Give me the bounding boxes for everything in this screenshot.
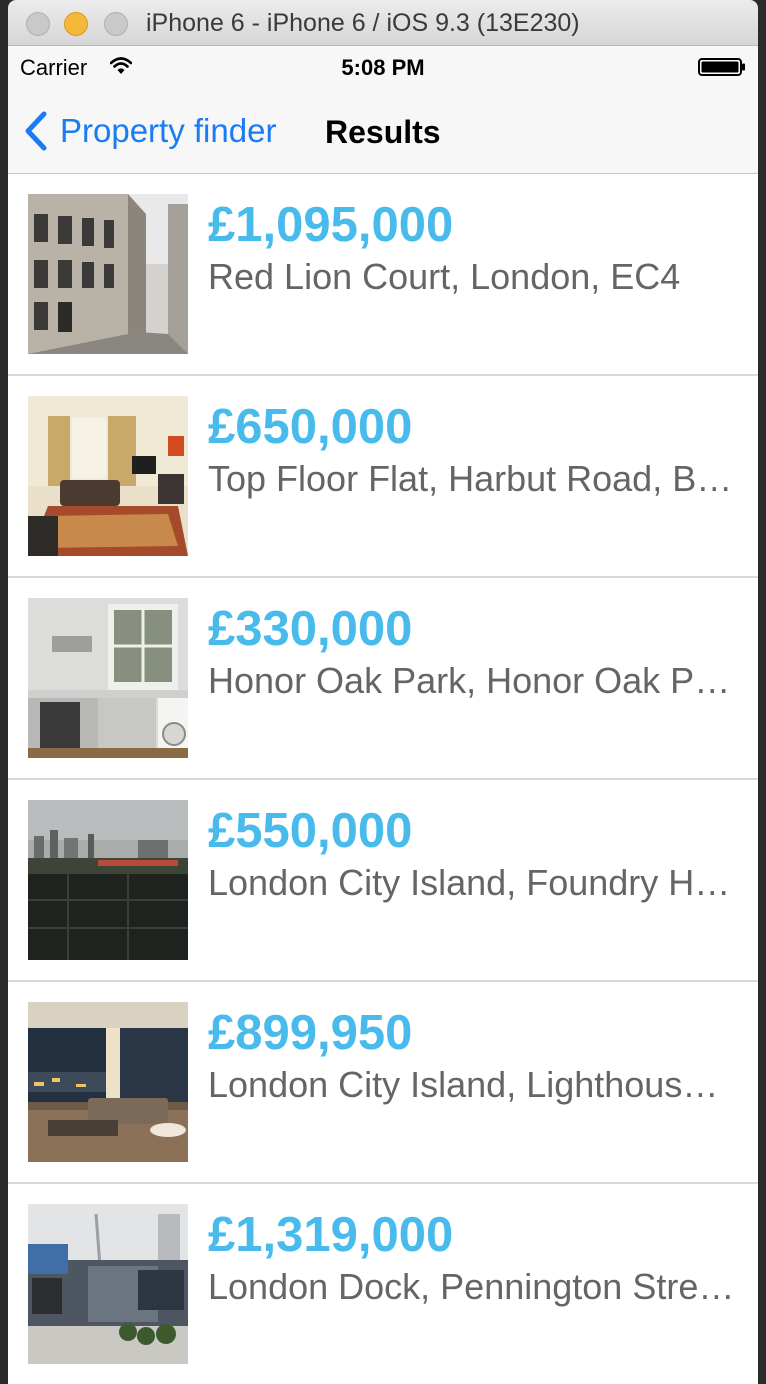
chevron-left-icon: [25, 111, 47, 151]
listing-title: Top Floor Flat, Harbut Road, Battersea, …: [208, 458, 738, 499]
listing-price: £650,000: [208, 400, 413, 454]
listing-row[interactable]: £1,095,000 Red Lion Court, London, EC4: [8, 174, 758, 376]
back-button-label: Property finder: [60, 112, 277, 149]
skyline-photo: [28, 800, 188, 960]
listing-price: £550,000: [208, 804, 413, 858]
results-list: £1,095,000 Red Lion Court, London, EC4 £…: [8, 174, 758, 1384]
status-time: 5:08 PM: [341, 55, 425, 80]
back-button[interactable]: Property finder: [22, 108, 276, 154]
listing-price: £1,095,000: [208, 198, 454, 252]
listing-row[interactable]: £550,000 London City Island, Foundry Hou…: [8, 780, 758, 982]
window-titlebar[interactable]: iPhone 6 - iPhone 6 / iOS 9.3 (13E230): [8, 0, 758, 46]
living-room-photo: [28, 396, 188, 556]
window-title: iPhone 6 - iPhone 6 / iOS 9.3 (13E230): [146, 9, 580, 37]
kitchen-photo: [28, 598, 188, 758]
listing-title: Honor Oak Park, Honor Oak Park, London, …: [208, 660, 738, 701]
listing-row[interactable]: £899,950 London City Island, Lighthouse,…: [8, 982, 758, 1184]
navigation-bar: Property finder Results: [8, 86, 758, 174]
development-hoarding-photo: [28, 1204, 188, 1364]
listing-title: London Dock, Pennington Street, London, …: [208, 1266, 738, 1307]
close-window-button[interactable]: [26, 12, 50, 36]
listing-title: London City Island, Lighthouse, London, …: [208, 1064, 738, 1105]
listing-row[interactable]: £650,000 Top Floor Flat, Harbut Road, Ba…: [8, 376, 758, 578]
listing-price: £330,000: [208, 602, 413, 656]
listing-price: £899,950: [208, 1006, 413, 1060]
page-title: Results: [325, 114, 441, 150]
simulator-window: iPhone 6 - iPhone 6 / iOS 9.3 (13E230) C…: [0, 0, 766, 1384]
minimize-window-button[interactable]: [64, 12, 88, 36]
interior-night-photo: [28, 1002, 188, 1162]
listing-title: Red Lion Court, London, EC4: [208, 256, 681, 297]
listing-row[interactable]: £1,319,000 London Dock, Pennington Stree…: [8, 1184, 758, 1384]
listing-price: £1,319,000: [208, 1208, 454, 1262]
street-building-photo: [28, 194, 188, 354]
zoom-window-button[interactable]: [104, 12, 128, 36]
battery-icon: [698, 58, 745, 76]
device-screen: Carrier 5:08 PM Property finder Results: [8, 46, 758, 1384]
status-bar: Carrier 5:08 PM: [8, 46, 758, 86]
listing-title: London City Island, Foundry House, Londo…: [208, 862, 738, 903]
listing-row[interactable]: £330,000 Honor Oak Park, Honor Oak Park,…: [8, 578, 758, 780]
